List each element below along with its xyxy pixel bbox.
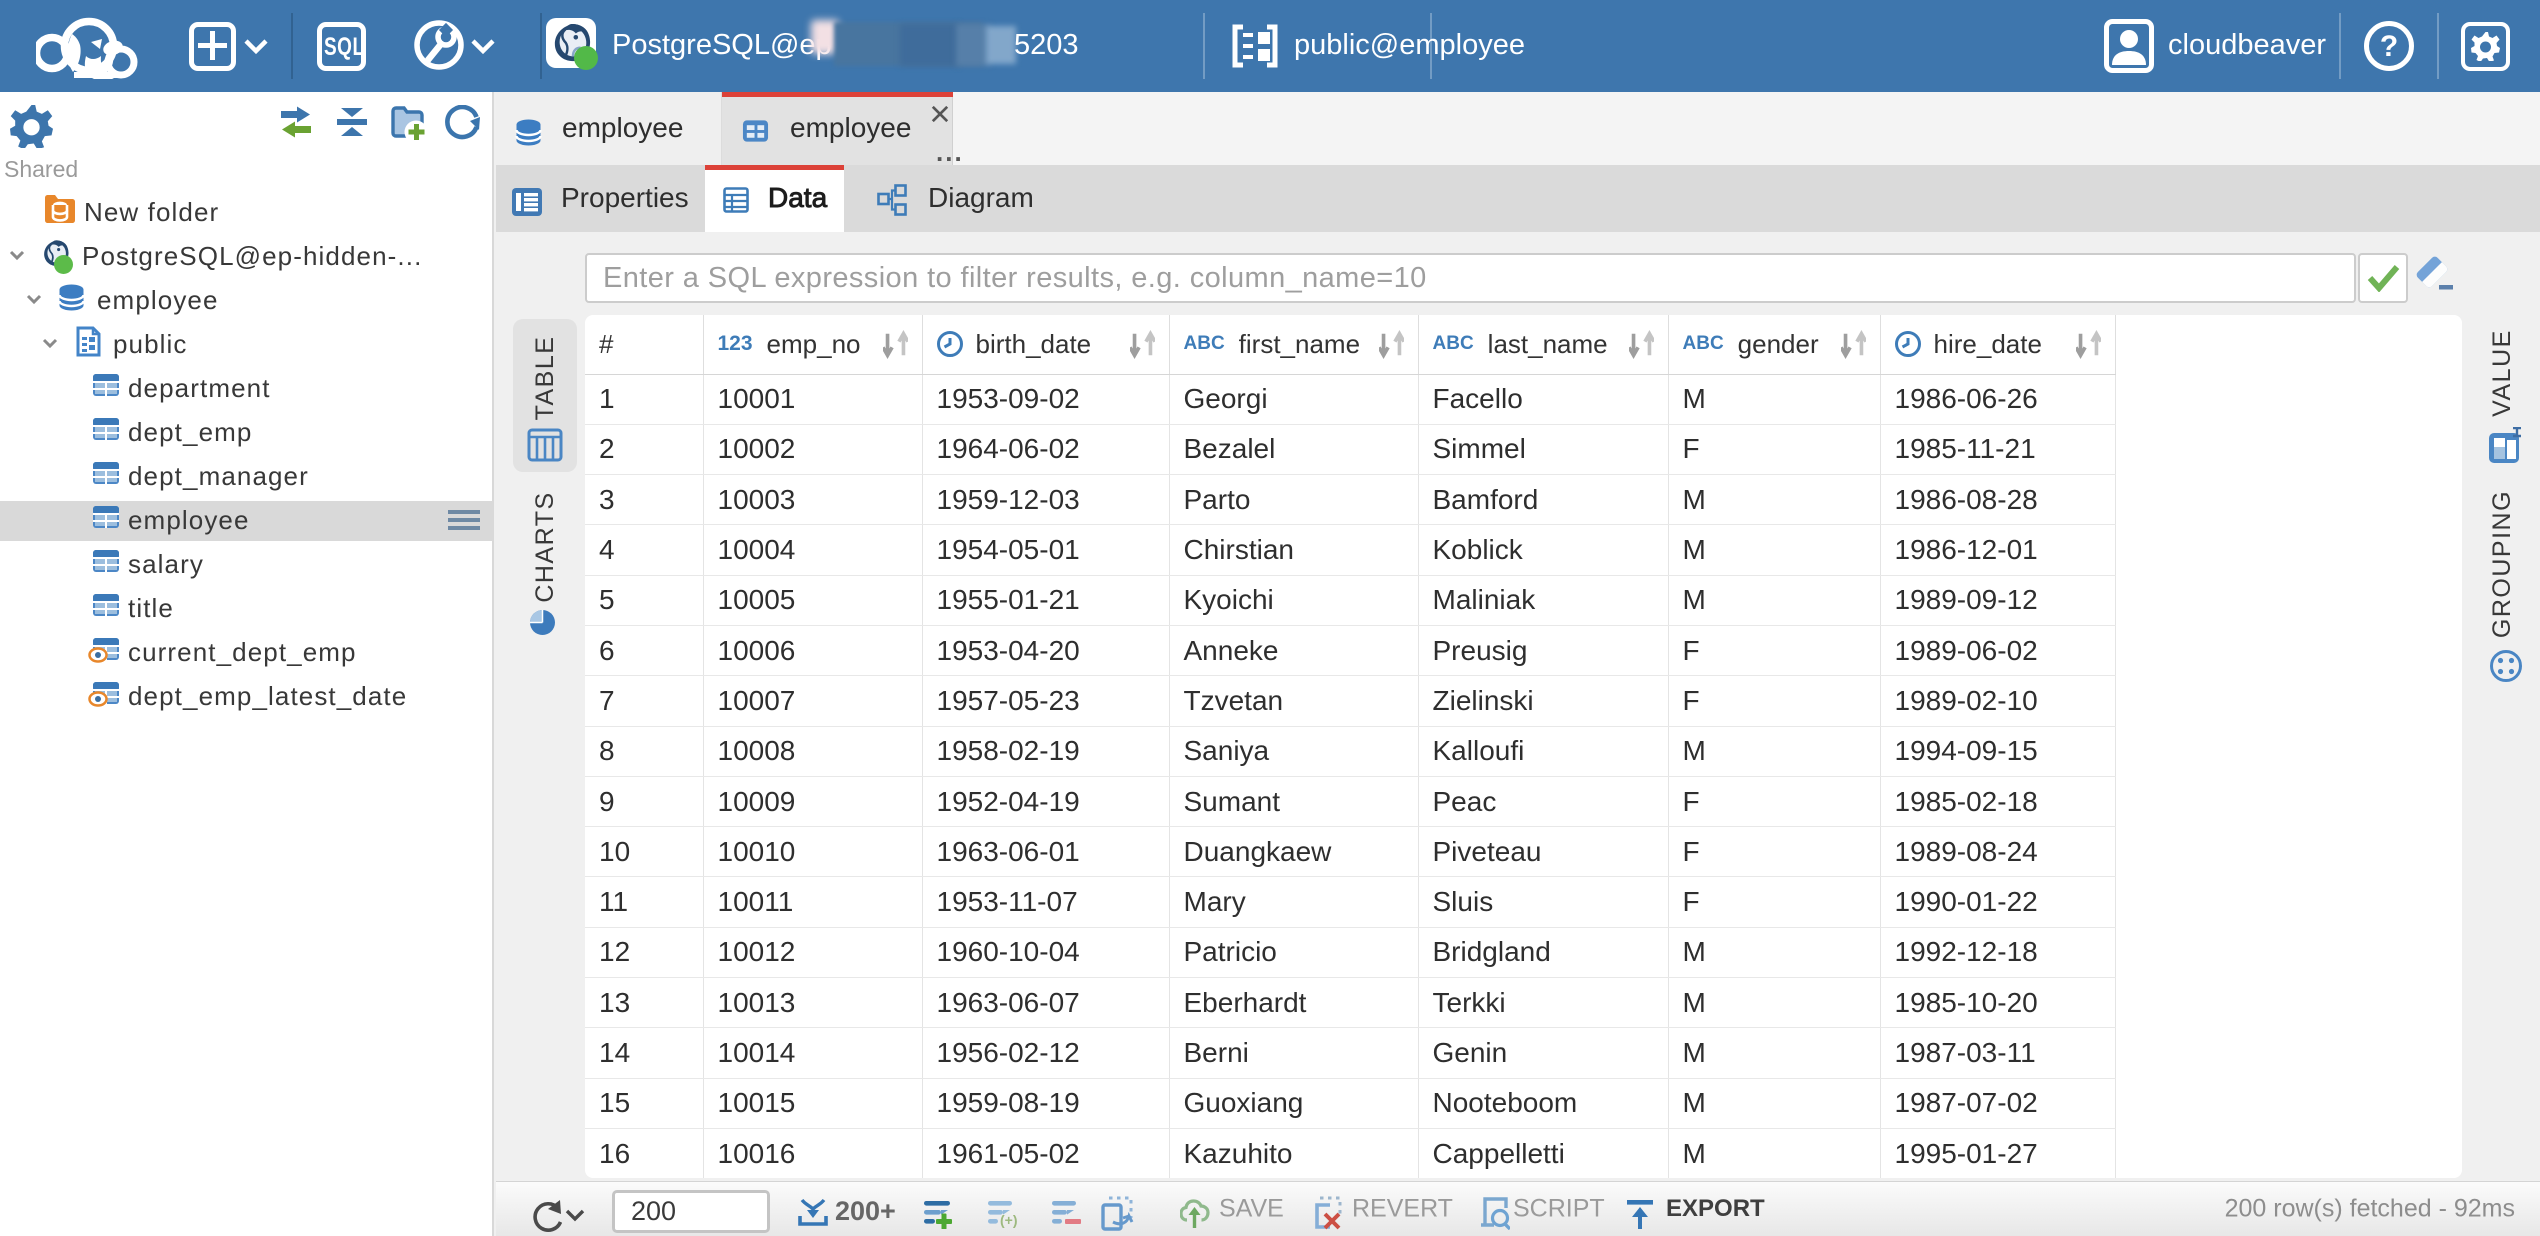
svg-text:(+): (+) bbox=[1000, 1212, 1018, 1228]
svg-text:?: ? bbox=[2380, 30, 2398, 63]
